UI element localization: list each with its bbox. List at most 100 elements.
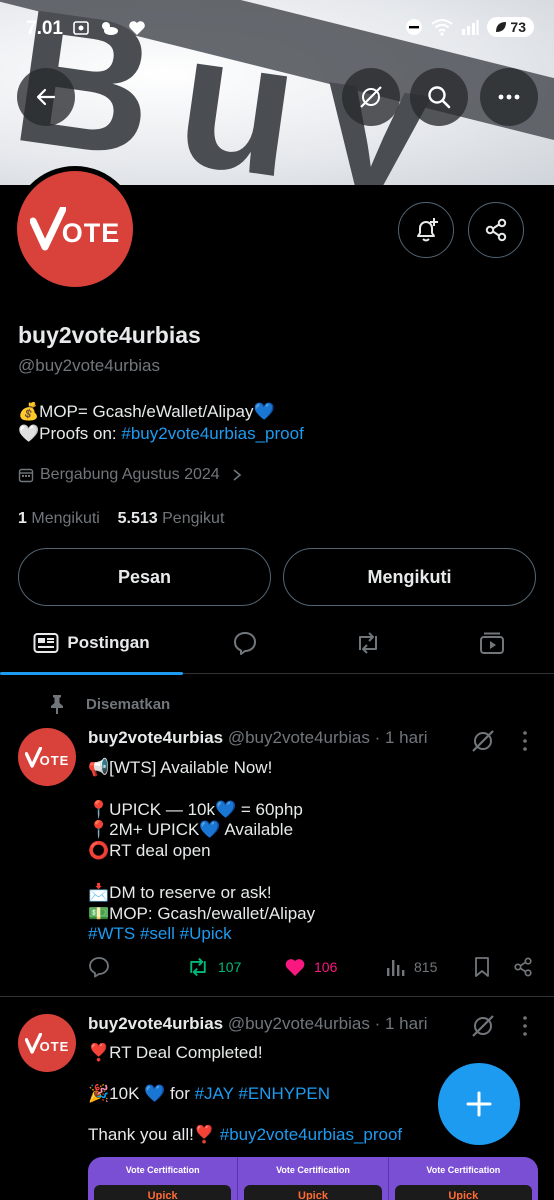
- followers-stat[interactable]: 5.513 Pengikut: [118, 510, 225, 527]
- wifi-icon: [431, 19, 454, 36]
- join-date-text: Bergabung Agustus 2024: [40, 466, 220, 483]
- heart-filled-icon: [285, 959, 305, 976]
- avatar-logo-text: OTE: [39, 1038, 70, 1054]
- bookmark-icon: [475, 957, 489, 977]
- post-author-name[interactable]: buy2vote4urbias: [88, 1014, 223, 1033]
- following-label: Mengikuti: [31, 510, 100, 527]
- plus-icon: [466, 1091, 492, 1117]
- analytics-icon: [387, 960, 405, 976]
- certificate-panel: Vote Certification Upick: [88, 1157, 239, 1200]
- post-divider: [0, 996, 554, 997]
- profile-handle: @buy2vote4urbias: [18, 356, 161, 375]
- tab-media[interactable]: [429, 612, 554, 674]
- following-count: 1: [18, 510, 27, 527]
- tab-reposts[interactable]: [306, 612, 429, 674]
- profile-tabs: Postingan: [0, 612, 554, 675]
- following-stat[interactable]: 1 Mengikuti: [18, 510, 100, 527]
- post-text: 📢[WTS] Available Now! 📍UPICK — 10k💙 = 60…: [88, 758, 518, 945]
- post-timestamp[interactable]: · 1 hari: [375, 1014, 428, 1033]
- certificate-panel: Vote Certification Upick: [238, 1157, 389, 1200]
- post-more-button[interactable]: [518, 1015, 532, 1037]
- share-icon: [514, 957, 532, 977]
- notification-subscribe-button[interactable]: [398, 202, 454, 258]
- retweet-count: 107: [218, 959, 242, 975]
- share-post-button[interactable]: [512, 956, 534, 978]
- post-actions: 107 106 815: [88, 956, 538, 980]
- bio-proof-hashtag-link[interactable]: #buy2vote4urbias_proof: [121, 424, 303, 443]
- pin-icon: [51, 695, 63, 714]
- followers-label: Pengikut: [162, 510, 225, 527]
- active-tab-indicator: [0, 672, 183, 675]
- more-options-button[interactable]: [480, 68, 538, 126]
- reply-button[interactable]: [88, 956, 110, 978]
- post-line-blank: [88, 862, 518, 883]
- pinned-indicator: Disematkan: [48, 694, 170, 714]
- post-hashtag-link[interactable]: #buy2vote4urbias_proof: [220, 1125, 402, 1144]
- post-media-image[interactable]: Vote Certification Upick Vote Certificat…: [88, 1157, 538, 1200]
- like-count: 106: [314, 959, 338, 975]
- following-button[interactable]: Mengikuti: [283, 548, 536, 606]
- more-vertical-icon: [523, 731, 527, 751]
- battery-indicator: 73: [487, 17, 534, 37]
- certificate-card: Upick: [394, 1185, 532, 1200]
- join-date[interactable]: Bergabung Agustus 2024: [18, 466, 244, 484]
- profile-avatar[interactable]: OTE: [12, 166, 138, 292]
- grok-icon: [472, 730, 494, 752]
- retweet-icon: [358, 632, 377, 654]
- back-button[interactable]: [17, 68, 75, 126]
- avatar-logo-text: OTE: [39, 752, 70, 768]
- like-button[interactable]: 106: [284, 956, 337, 978]
- post-line: 📩DM to reserve or ask!: [88, 882, 272, 902]
- post-line: 📍2M+ UPICK💙 Available: [88, 820, 294, 840]
- post-line: 📍UPICK — 10k💙 = 60php: [88, 799, 303, 819]
- signal-icon: [462, 20, 479, 35]
- post-hashtags[interactable]: #WTS #sell #Upick: [88, 924, 518, 945]
- post-more-button[interactable]: [518, 730, 532, 752]
- search-icon: [428, 86, 451, 109]
- screenshot-icon: [73, 21, 89, 35]
- status-notification-icons: [72, 19, 146, 37]
- certificate-panel: Vote Certification Upick: [389, 1157, 538, 1200]
- certificate-title: Vote Certification: [125, 1165, 200, 1175]
- vote-check-icon: [29, 207, 66, 251]
- compose-post-button[interactable]: [438, 1063, 520, 1145]
- chevron-right-icon: [233, 469, 241, 481]
- certificate-title: Vote Certification: [426, 1165, 501, 1175]
- grok-button[interactable]: [342, 68, 400, 126]
- views-button[interactable]: 815: [384, 956, 437, 978]
- certificate-title: Vote Certification: [276, 1165, 350, 1175]
- certificate-card: Upick: [244, 1185, 382, 1200]
- message-button[interactable]: Pesan: [18, 548, 271, 606]
- more-horizontal-icon: [498, 94, 520, 100]
- media-icon: [479, 632, 504, 654]
- search-button[interactable]: [410, 68, 468, 126]
- avatar-logo-text: OTE: [61, 218, 121, 248]
- post-grok-button[interactable]: [470, 728, 496, 754]
- post-timestamp[interactable]: · 1 hari: [375, 728, 428, 747]
- bookmark-button[interactable]: [472, 956, 492, 978]
- profile-name: buy2vote4urbias: [18, 322, 201, 348]
- retweet-button[interactable]: 107: [186, 956, 241, 978]
- tab-posts[interactable]: Postingan: [0, 612, 183, 675]
- tab-posts-label: Postingan: [67, 633, 150, 652]
- post-line-prefix: Thank you all!❣️: [88, 1125, 220, 1144]
- post-author-avatar[interactable]: OTE: [18, 728, 76, 786]
- post-grok-button[interactable]: [470, 1013, 496, 1039]
- tab-replies[interactable]: [183, 612, 306, 674]
- view-count: 815: [414, 959, 438, 975]
- post-line: ❣️RT Deal Completed!: [88, 1043, 263, 1062]
- avatar-logo: OTE: [24, 746, 70, 768]
- post-hashtags[interactable]: #JAY #ENHYPEN: [195, 1084, 330, 1103]
- battery-level: 73: [510, 19, 526, 35]
- post-line: 💵MOP: Gcash/ewallet/Alipay: [88, 903, 316, 923]
- share-profile-button[interactable]: [468, 202, 524, 258]
- certificate-card: Upick: [94, 1185, 232, 1200]
- posts-icon: [33, 633, 59, 653]
- post-author-name[interactable]: buy2vote4urbias: [88, 728, 223, 747]
- post-header: buy2vote4urbias @buy2vote4urbias · 1 har…: [88, 1014, 428, 1034]
- replies-icon: [233, 632, 256, 655]
- reply-icon: [89, 957, 109, 978]
- bell-plus-icon: [417, 218, 438, 242]
- post-author-avatar[interactable]: OTE: [18, 1014, 76, 1072]
- post-line: ⭕RT deal open: [88, 841, 211, 861]
